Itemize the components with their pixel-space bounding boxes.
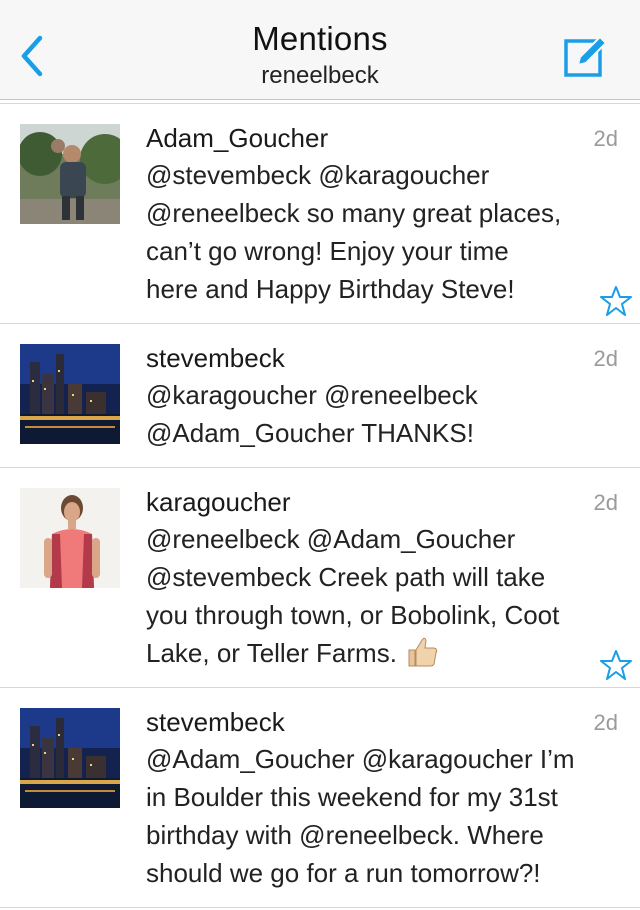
tweet-text: @reneelbeck @Adam_Goucher @stevembeck Cr… — [146, 520, 626, 672]
author-name[interactable]: stevembeck — [146, 343, 285, 374]
author-name[interactable]: karagoucher — [146, 487, 291, 518]
compose-icon — [564, 35, 608, 77]
avatar[interactable] — [20, 708, 120, 808]
tweet-text: @Adam_Goucher @karagoucher I’m in Boulde… — [146, 744, 575, 888]
tweet-row[interactable]: stevembeck 2d @karagoucher @reneelbeck @… — [0, 324, 640, 468]
author-name[interactable]: stevembeck — [146, 707, 285, 738]
avatar[interactable] — [20, 124, 120, 224]
tweet-row[interactable]: karagoucher 2d @reneelbeck @Adam_Goucher… — [0, 468, 640, 688]
nav-bar: Mentions reneelbeck — [0, 0, 640, 100]
page-title: Mentions — [252, 20, 388, 57]
tweet-row[interactable]: Adam_Goucher 2d @stevembeck @karagoucher… — [0, 104, 640, 324]
tweet-text: @karagoucher @reneelbeck @Adam_Goucher T… — [146, 380, 478, 448]
timestamp: 2d — [593, 346, 618, 371]
timestamp: 2d — [593, 710, 618, 735]
tweet-text-body: @reneelbeck @Adam_Goucher @stevembeck Cr… — [146, 524, 560, 668]
timestamp: 2d — [593, 490, 618, 515]
account-name: reneelbeck — [261, 62, 379, 89]
tweet-text: @stevembeck @karagoucher @reneelbeck so … — [146, 160, 562, 304]
tweet-row[interactable]: stevembeck 2d @Adam_Goucher @karagoucher… — [0, 688, 640, 908]
author-name[interactable]: Adam_Goucher — [146, 123, 328, 154]
star-icon[interactable] — [600, 649, 632, 681]
avatar[interactable] — [20, 488, 120, 588]
avatar[interactable] — [20, 344, 120, 444]
timestamp: 2d — [593, 126, 618, 151]
compose-button[interactable] — [562, 35, 610, 79]
mentions-list: Adam_Goucher 2d @stevembeck @karagoucher… — [0, 103, 640, 908]
star-icon[interactable] — [600, 285, 632, 317]
thumbs-up-icon — [408, 637, 438, 667]
